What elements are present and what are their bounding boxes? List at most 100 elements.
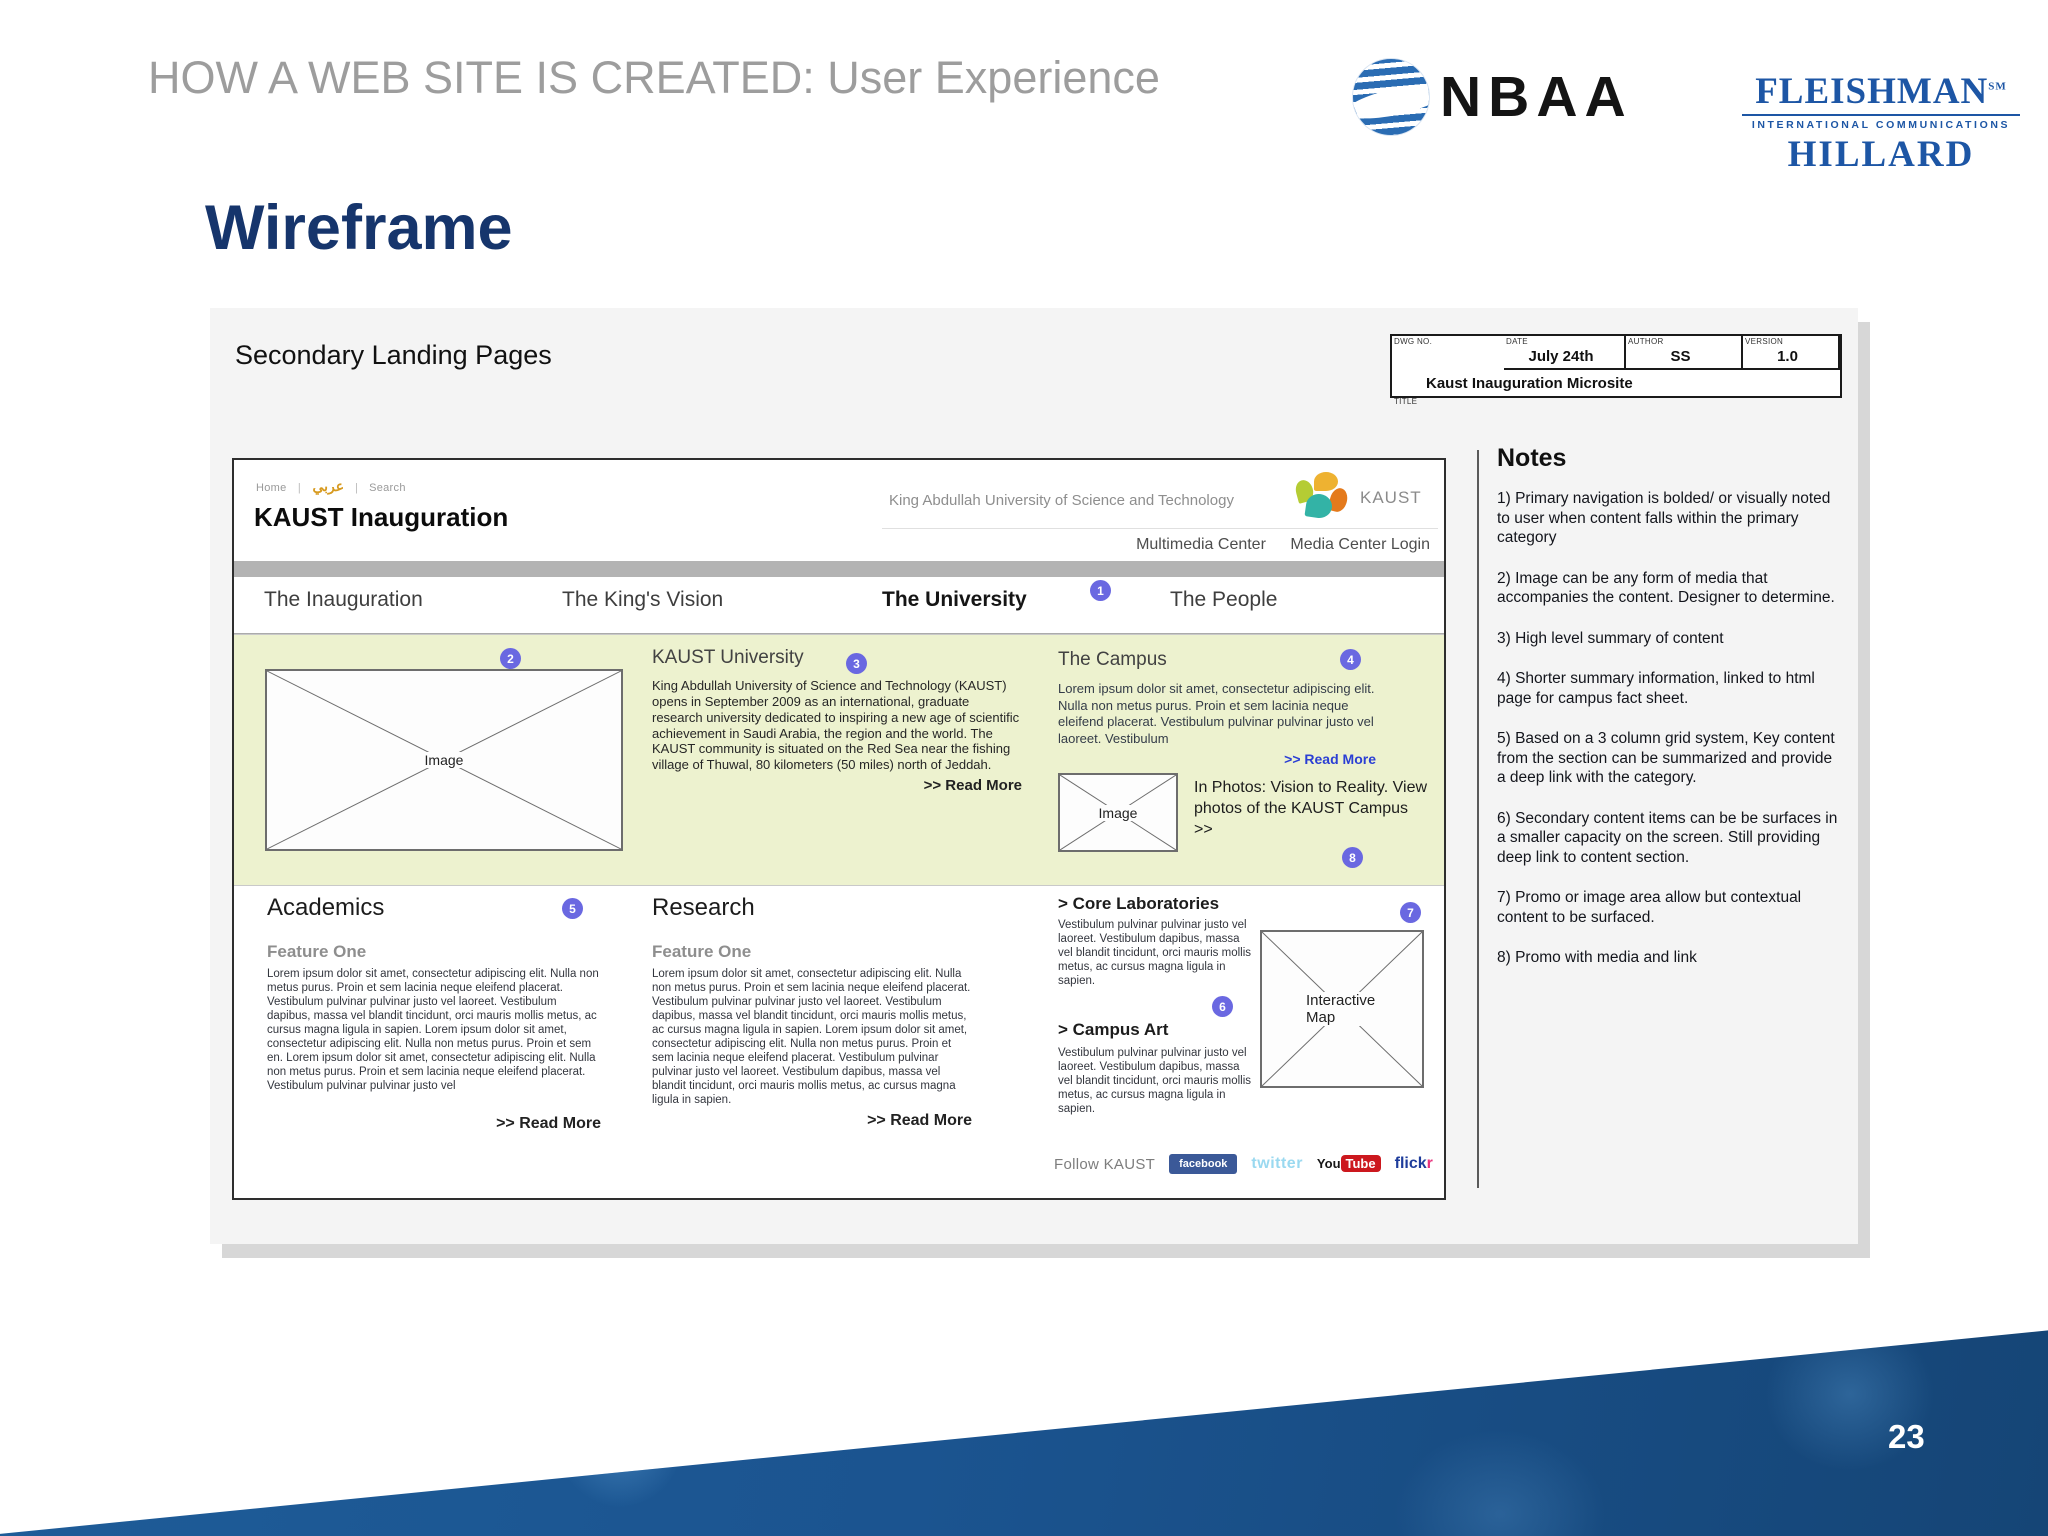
fh-tagline: INTERNATIONAL COMMUNICATIONS [1742,114,2020,131]
header-links: Multimedia Center Media Center Login [1116,536,1430,554]
multimedia-center-link[interactable]: Multimedia Center [1136,536,1266,553]
kaust-university-body: King Abdullah University of Science and … [652,678,1020,773]
flickr-icon[interactable]: flickr [1395,1155,1433,1173]
campus-photos-promo-link[interactable]: In Photos: Vision to Reality. View photo… [1194,777,1430,840]
note-item: 1) Primary navigation is bolded/ or visu… [1497,490,1831,547]
fh-name-bottom: HILLARD [1787,134,1975,175]
header-divider [882,528,1438,529]
titleblock-author-cell: AUTHOR SS [1626,336,1743,370]
title-value: Kaust Inauguration Microsite [1426,375,1633,392]
version-label: VERSION [1745,337,1784,346]
core-laboratories-body: Vestibulum pulvinar pulvinar justo vel l… [1058,919,1252,988]
youtube-icon[interactable]: You Tube [1317,1155,1381,1173]
tab-the-people[interactable]: The People [1170,588,1277,612]
wireframe-browser-box: Home | عربي | Search KAUST Inauguration … [232,458,1446,1200]
academics-feature-heading: Feature One [267,942,367,961]
research-heading: Research [652,894,755,921]
campus-art-link[interactable]: > Campus Art [1058,1020,1168,1040]
note-item: 6) Secondary content items can be be sur… [1497,809,1838,866]
research-body: Lorem ipsum dolor sit amet, consectetur … [652,968,971,1107]
page-title: Wireframe [205,193,513,263]
campus-art-body: Vestibulum pulvinar pulvinar justo vel l… [1058,1047,1252,1116]
author-label: AUTHOR [1628,337,1664,346]
site-title: KAUST Inauguration [254,502,509,532]
notes-divider [1477,450,1479,1188]
tab-the-kings-vision[interactable]: The King's Vision [562,588,723,612]
notes-heading: Notes [1497,444,1567,472]
gray-divider-bar [234,561,1444,577]
utility-nav: Home | عربي | Search [256,478,406,495]
research-read-more-link[interactable]: >> Read More [652,1112,972,1130]
nbaa-globe-icon [1352,58,1430,136]
hero-band: Image 2 KAUST University King Abdullah U… [234,634,1444,886]
utility-nav-arabic[interactable]: عربي [312,478,344,494]
note-item: 7) Promo or image area allow but context… [1497,889,1802,926]
note-item: 5) Based on a 3 column grid system, Key … [1497,730,1835,787]
annotation-badge-8: 8 [1342,847,1363,868]
slide: HOW A WEB SITE IS CREATED: User Experien… [0,0,2048,1536]
hero-image-placeholder: Image [265,669,623,851]
tab-the-inauguration[interactable]: The Inauguration [264,588,423,612]
social-footer: Follow KAUST facebook twitter You Tube fl… [1054,1154,1433,1174]
campus-body: Lorem ipsum dolor sit amet, consectetur … [1058,681,1375,746]
core-laboratories-link[interactable]: > Core Laboratories [1058,894,1219,914]
campus-image-label: Image [1094,804,1142,821]
note-item: 8) Promo with media and link [1497,949,1697,967]
utility-nav-separator: | [297,482,302,494]
research-feature-heading: Feature One [652,942,752,961]
campus-section: The Campus Lorem ipsum dolor sit amet, c… [1058,649,1376,767]
interactive-map-placeholder[interactable]: Interactive Map [1260,930,1424,1088]
utility-nav-separator: | [355,482,359,494]
version-value: 1.0 [1777,348,1798,365]
kaust-university-heading: KAUST University [652,647,804,668]
drawing-title-block: DATE July 24th AUTHOR SS VERSION 1.0 DWG… [1390,334,1842,406]
utility-nav-search[interactable]: Search [369,482,406,494]
fh-name-top: FLEISHMAN [1755,71,1989,112]
dwg-label: DWG NO. [1394,337,1433,346]
slide-header-title: HOW A WEB SITE IS CREATED: User Experien… [148,52,1160,103]
author-value: SS [1670,348,1691,365]
facebook-icon[interactable]: facebook [1169,1154,1238,1174]
fleishman-hillard-logo: FLEISHMANSM INTERNATIONAL COMMUNICATIONS… [1742,70,2020,176]
annotation-badge-6: 6 [1212,996,1233,1017]
notes-section: Notes 1) Primary navigation is bolded/ o… [1497,444,1845,989]
titleblock-date-cell: DATE July 24th [1504,336,1626,370]
panel-subtitle: Secondary Landing Pages [235,340,552,370]
campus-heading: The Campus [1058,649,1167,670]
interactive-map-label: Interactive Map [1302,992,1382,1026]
annotation-badge-2: 2 [500,648,521,669]
annotation-badge-3: 3 [846,653,867,674]
title-label: TITLE [1394,397,1418,406]
utility-nav-home[interactable]: Home [256,482,287,494]
nbaa-logo: NBAA [1352,58,1633,136]
bottom-wave-decoration [0,1330,2048,1536]
nbaa-logo-text: NBAA [1440,65,1633,129]
date-value: July 24th [1528,348,1594,365]
academics-body: Lorem ipsum dolor sit amet, consectetur … [267,968,599,1093]
campus-read-more-link[interactable]: >> Read More [1058,751,1376,767]
fh-sm-mark: SM [1988,80,2007,93]
hero-image-label: Image [420,752,468,768]
note-item: 2) Image can be any form of media that a… [1497,569,1835,607]
annotation-badge-4: 4 [1340,649,1361,670]
kaust-university-section: KAUST University King Abdullah Universit… [652,647,1022,794]
annotation-badge-5: 5 [562,898,583,919]
media-center-login-link[interactable]: Media Center Login [1290,536,1430,553]
date-label: DATE [1506,337,1528,346]
follow-kaust-label: Follow KAUST [1054,1155,1156,1173]
kaust-logo-text: KAUST [1360,488,1422,507]
university-name: King Abdullah University of Science and … [889,492,1234,509]
kaust-logo-icon [1293,472,1352,522]
annotation-badge-7: 7 [1400,902,1421,923]
annotation-badge-1: 1 [1090,580,1111,601]
academics-read-more-link[interactable]: >> Read More [267,1115,601,1133]
page-number: 23 [1888,1418,1925,1455]
tab-the-university[interactable]: The University [882,588,1027,612]
note-item: 4) Shorter summary information, linked t… [1497,670,1815,707]
note-item: 3) High level summary of content [1497,629,1724,647]
twitter-icon[interactable]: twitter [1251,1155,1303,1173]
campus-image-placeholder: Image [1058,773,1178,852]
kaust-university-read-more-link[interactable]: >> Read More [652,777,1022,794]
titleblock-version-cell: VERSION 1.0 [1743,336,1840,370]
academics-heading: Academics [267,894,385,921]
